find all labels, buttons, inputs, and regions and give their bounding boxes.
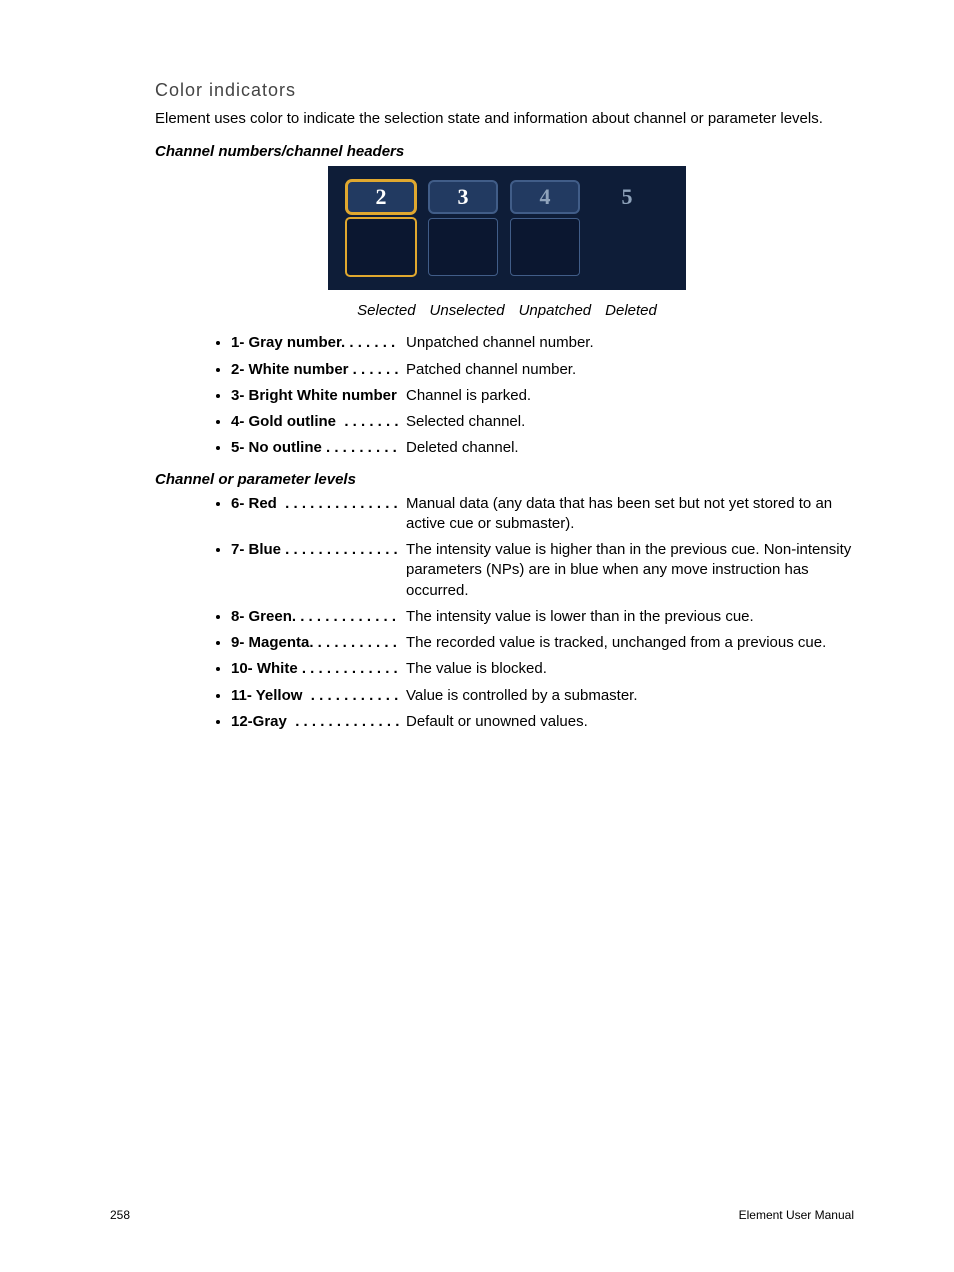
section-title: Color indicators [155, 80, 859, 101]
channel-figure: 2345 [328, 166, 686, 290]
definition-item: 12-Gray . . . . . . . . . . . . .Default… [231, 712, 859, 732]
definition-term: 7- Blue . . . . . . . . . . . . . . [231, 540, 406, 560]
subheading-channel-headers: Channel numbers/channel headers [155, 143, 859, 160]
intro-paragraph: Element uses color to indicate the selec… [155, 109, 859, 129]
definition-term: 3- Bright White number [231, 386, 406, 406]
state-labels-row: Selected Unselected Unpatched Deleted [155, 302, 859, 319]
page-footer: 258 Element User Manual [110, 1208, 854, 1222]
channel-number: 3 [428, 180, 498, 214]
state-label: Unselected [430, 302, 505, 319]
definition-item: 4- Gold outline . . . . . . .Selected ch… [231, 412, 859, 432]
channel-cell: 3 [428, 180, 498, 276]
subheading-parameter-levels: Channel or parameter levels [155, 471, 859, 488]
definition-term: 2- White number . . . . . . [231, 360, 406, 380]
figure-wrap: 2345 Selected Unselected Unpatched Deleted [155, 166, 859, 319]
definition-item: 1- Gray number. . . . . . .Unpatched cha… [231, 333, 859, 353]
definition-item: 3- Bright White numberChannel is parked. [231, 386, 859, 406]
definition-term: 1- Gray number. . . . . . . [231, 333, 406, 353]
definition-description: Channel is parked. [406, 386, 859, 406]
definition-term: 6- Red . . . . . . . . . . . . . . [231, 494, 406, 514]
definition-term: 11- Yellow . . . . . . . . . . . [231, 686, 406, 706]
definition-term: 12-Gray . . . . . . . . . . . . . [231, 712, 406, 732]
definition-term: 10- White . . . . . . . . . . . . [231, 659, 406, 679]
channel-cell: 5 [592, 180, 662, 276]
channel-number: 5 [592, 180, 662, 214]
definition-item: 7- Blue . . . . . . . . . . . . . .The i… [231, 540, 859, 601]
channel-body [428, 218, 498, 276]
definition-item: 5- No outline . . . . . . . . .Deleted c… [231, 438, 859, 458]
definition-item: 2- White number . . . . . .Patched chann… [231, 360, 859, 380]
definition-term: 5- No outline . . . . . . . . . [231, 438, 406, 458]
definition-description: The intensity value is higher than in th… [406, 540, 859, 601]
definition-description: The value is blocked. [406, 659, 859, 679]
page-number: 258 [110, 1208, 130, 1222]
channel-number: 4 [510, 180, 580, 214]
definition-term: 4- Gold outline . . . . . . . [231, 412, 406, 432]
definition-description: Selected channel. [406, 412, 859, 432]
definition-item: 9- Magenta. . . . . . . . . . .The recor… [231, 633, 859, 653]
definition-list-1: 1- Gray number. . . . . . .Unpatched cha… [155, 333, 859, 458]
channel-row: 2345 [346, 180, 662, 276]
definition-description: Default or unowned values. [406, 712, 859, 732]
channel-cell: 2 [346, 180, 416, 276]
definition-item: 8- Green. . . . . . . . . . . . .The int… [231, 607, 859, 627]
definition-description: Patched channel number. [406, 360, 859, 380]
state-label: Selected [357, 302, 415, 319]
definition-description: The intensity value is lower than in the… [406, 607, 859, 627]
definition-item: 6- Red . . . . . . . . . . . . . .Manual… [231, 494, 859, 535]
definition-item: 10- White . . . . . . . . . . . .The val… [231, 659, 859, 679]
definition-term: 9- Magenta. . . . . . . . . . . [231, 633, 406, 653]
definition-term: 8- Green. . . . . . . . . . . . . [231, 607, 406, 627]
definition-list-2: 6- Red . . . . . . . . . . . . . .Manual… [155, 494, 859, 733]
definition-description: The recorded value is tracked, unchanged… [406, 633, 859, 653]
doc-title: Element User Manual [739, 1208, 854, 1222]
definition-description: Manual data (any data that has been set … [406, 494, 859, 535]
channel-body [346, 218, 416, 276]
page: Color indicators Element uses color to i… [0, 0, 954, 1272]
definition-item: 11- Yellow . . . . . . . . . . .Value is… [231, 686, 859, 706]
state-label: Deleted [605, 302, 657, 319]
channel-body [510, 218, 580, 276]
state-label: Unpatched [519, 302, 592, 319]
channel-cell: 4 [510, 180, 580, 276]
definition-description: Unpatched channel number. [406, 333, 859, 353]
definition-description: Value is controlled by a submaster. [406, 686, 859, 706]
channel-number: 2 [346, 180, 416, 214]
definition-description: Deleted channel. [406, 438, 859, 458]
